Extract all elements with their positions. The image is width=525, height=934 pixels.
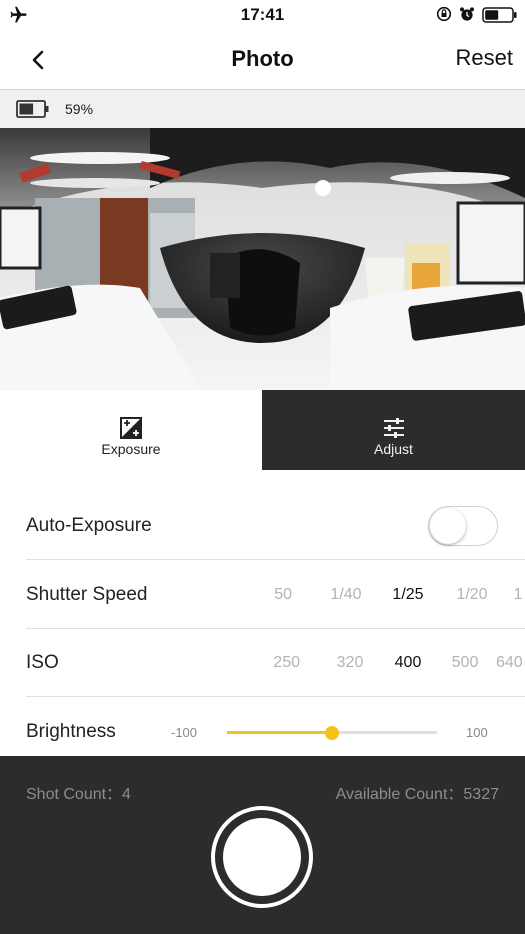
shutter-button[interactable] [211, 806, 313, 908]
iso-option[interactable]: 320 [320, 654, 380, 672]
iso-label: ISO [26, 652, 59, 673]
iso-option[interactable]: 250 [260, 654, 300, 672]
brightness-slider[interactable] [227, 726, 437, 740]
reset-button[interactable]: Reset [456, 45, 513, 71]
brightness-slider-thumb[interactable] [325, 726, 339, 740]
available-count: Available Count：5327 [335, 786, 499, 803]
brightness-label: Brightness [26, 721, 116, 742]
capture-panel: Shot Count：4 Available Count：5327 [0, 756, 525, 934]
shutter-speed-picker[interactable]: 50 1/40 1/25 1/20 1 [260, 561, 525, 629]
status-bar: 17:41 [0, 0, 525, 30]
camera-battery-bar: 59% [0, 90, 525, 128]
brightness-slider-fill [227, 731, 332, 734]
shutter-option[interactable]: 50 [260, 586, 292, 604]
iso-option[interactable]: 640 [496, 654, 525, 672]
camera-battery-icon [16, 100, 49, 118]
iso-option-selected[interactable]: 400 [378, 654, 438, 672]
iso-row: ISO 250 320 400 500 640 [26, 629, 525, 697]
sliders-icon [383, 418, 404, 438]
panorama-preview-image [0, 128, 525, 390]
mode-tabs: Exposure Adjust [0, 390, 525, 470]
shutter-option-selected[interactable]: 1/25 [378, 586, 438, 604]
iso-option[interactable]: 500 [435, 654, 495, 672]
shutter-speed-row: Shutter Speed 50 1/40 1/25 1/20 1 [26, 561, 525, 629]
page-title: Photo [231, 46, 294, 71]
tab-exposure[interactable]: Exposure [0, 390, 262, 470]
shutter-option[interactable]: 1/40 [316, 586, 376, 604]
nav-bar: Photo Reset [0, 30, 525, 90]
brightness-min-label: -100 [171, 725, 198, 740]
tab-adjust[interactable]: Adjust [262, 390, 525, 470]
shot-count: Shot Count：4 [26, 786, 131, 803]
shutter-speed-label: Shutter Speed [26, 584, 148, 605]
tab-adjust-label: Adjust [374, 441, 413, 457]
tab-exposure-label: Exposure [101, 441, 161, 457]
toggle-knob [430, 508, 466, 544]
exposure-icon [120, 417, 142, 439]
auto-exposure-toggle[interactable] [428, 506, 498, 546]
brightness-max-label: 100 [466, 725, 488, 740]
iso-picker[interactable]: 250 320 400 500 640 [260, 629, 525, 697]
panorama-preview[interactable] [0, 128, 525, 390]
auto-exposure-label: Auto-Exposure [26, 515, 152, 536]
brightness-row: Brightness -100 100 [26, 698, 525, 756]
battery-icon [482, 7, 517, 23]
auto-exposure-row: Auto-Exposure [26, 492, 525, 560]
alarm-icon [460, 7, 474, 21]
rotation-lock-icon [436, 6, 452, 22]
camera-battery-percent: 59% [65, 101, 94, 117]
shutter-button-inner [223, 818, 301, 896]
shutter-option[interactable]: 1 [488, 586, 525, 604]
